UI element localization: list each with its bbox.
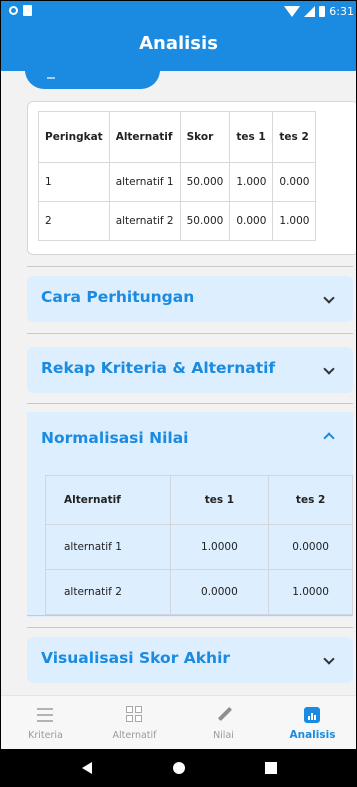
cell-tes-1: 1.0000 bbox=[169, 524, 270, 570]
home-icon[interactable] bbox=[173, 762, 185, 774]
header-skor: Skor bbox=[179, 111, 231, 163]
cell-rank: 2 bbox=[38, 201, 110, 241]
signal-icon bbox=[304, 5, 316, 17]
grid-icon bbox=[126, 706, 142, 722]
chevron-down-icon bbox=[323, 653, 335, 665]
divider bbox=[27, 403, 353, 404]
header-tes-1: tes 1 bbox=[169, 475, 270, 525]
chevron-down-icon bbox=[323, 292, 335, 304]
recent-apps-icon[interactable] bbox=[265, 762, 277, 774]
notification-dot-icon bbox=[9, 6, 18, 15]
cell-tes-1: 0.0000 bbox=[169, 569, 270, 615]
section-title: Cara Perhitungan bbox=[41, 288, 195, 306]
page-title: Analisis bbox=[139, 33, 218, 54]
status-right: 6:31 bbox=[284, 3, 354, 19]
cell-score: 50.000 bbox=[179, 162, 231, 202]
header-peringkat: Peringkat bbox=[38, 111, 110, 163]
sd-card-icon bbox=[23, 5, 32, 16]
nav-kriteria[interactable]: Kriteria bbox=[1, 696, 90, 750]
section-title: Normalisasi Nilai bbox=[41, 429, 189, 447]
table-row: alternatif 1 1.0000 0.0000 bbox=[45, 524, 353, 570]
nav-label: Analisis bbox=[289, 729, 336, 741]
battery-icon bbox=[319, 5, 326, 17]
divider bbox=[27, 627, 353, 628]
divider bbox=[27, 266, 353, 267]
bottom-navigation: Kriteria Alternatif Nilai Analisis bbox=[1, 695, 356, 750]
floating-action-pill[interactable] bbox=[25, 71, 160, 89]
status-time: 6:31 bbox=[329, 4, 354, 18]
cell-alternative: alternatif 2 bbox=[45, 569, 171, 615]
cell-tes-2: 0.0000 bbox=[268, 524, 353, 570]
nav-label: Alternatif bbox=[112, 730, 157, 741]
analysis-content[interactable]: Peringkat Alternatif Skor tes 1 tes 2 1 … bbox=[1, 71, 356, 695]
cell-tes-1: 1.000 bbox=[229, 162, 274, 202]
list-icon bbox=[37, 708, 53, 722]
phone-screen: 6:31 Analisis Peringkat Alternatif Skor … bbox=[0, 0, 357, 787]
normalization-table: Alternatif tes 1 tes 2 alternatif 1 1.00… bbox=[45, 475, 353, 615]
nav-label: Nilai bbox=[213, 730, 234, 741]
cell-tes-2: 0.000 bbox=[272, 162, 317, 202]
divider bbox=[27, 615, 353, 616]
cell-alternative: alternatif 2 bbox=[108, 201, 181, 241]
ranking-table: Peringkat Alternatif Skor tes 1 tes 2 1 … bbox=[38, 111, 317, 241]
table-row: alternatif 2 0.0000 1.0000 bbox=[45, 569, 353, 615]
nav-nilai[interactable]: Nilai bbox=[179, 696, 268, 750]
cell-tes-2: 1.0000 bbox=[268, 569, 353, 615]
back-icon[interactable] bbox=[82, 762, 92, 774]
section-title: Rekap Kriteria & Alternatif bbox=[41, 359, 276, 377]
app-bar: Analisis bbox=[1, 21, 356, 71]
nav-alternatif[interactable]: Alternatif bbox=[90, 696, 179, 750]
cell-alternative: alternatif 1 bbox=[45, 524, 171, 570]
wifi-icon bbox=[284, 5, 301, 17]
status-bar: 6:31 bbox=[1, 1, 356, 21]
cell-tes-2: 1.000 bbox=[272, 201, 317, 241]
chevron-up-icon bbox=[323, 432, 335, 444]
section-title: Visualisasi Skor Akhir bbox=[41, 649, 231, 667]
section-normalisasi-nilai: Normalisasi Nilai Alternatif tes 1 tes 2… bbox=[27, 412, 353, 617]
ranking-card: Peringkat Alternatif Skor tes 1 tes 2 1 … bbox=[27, 101, 356, 255]
section-cara-perhitungan[interactable]: Cara Perhitungan bbox=[27, 276, 353, 322]
table-row: 2 alternatif 2 50.000 0.000 1.000 bbox=[38, 201, 317, 241]
header-tes-2: tes 2 bbox=[272, 111, 317, 163]
section-visualisasi-skor-akhir[interactable]: Visualisasi Skor Akhir bbox=[27, 637, 353, 683]
divider bbox=[27, 333, 353, 334]
header-alternatif: Alternatif bbox=[45, 475, 171, 525]
cell-score: 50.000 bbox=[179, 201, 231, 241]
chevron-down-icon bbox=[323, 363, 335, 375]
nav-label: Kriteria bbox=[28, 730, 63, 741]
pill-dash-icon bbox=[47, 77, 55, 79]
header-tes-2: tes 2 bbox=[268, 475, 353, 525]
normalization-table-header: Alternatif tes 1 tes 2 bbox=[45, 475, 353, 525]
section-rekap-kriteria-alternatif[interactable]: Rekap Kriteria & Alternatif bbox=[27, 347, 353, 393]
cell-rank: 1 bbox=[38, 162, 110, 202]
cell-alternative: alternatif 1 bbox=[108, 162, 181, 202]
table-row: 1 alternatif 1 50.000 1.000 0.000 bbox=[38, 162, 317, 202]
system-navigation-bar bbox=[1, 749, 356, 786]
pencil-icon bbox=[217, 706, 233, 722]
ranking-table-header: Peringkat Alternatif Skor tes 1 tes 2 bbox=[38, 111, 317, 163]
header-tes-1: tes 1 bbox=[229, 111, 274, 163]
cell-tes-1: 0.000 bbox=[229, 201, 274, 241]
bar-chart-icon bbox=[304, 707, 320, 723]
normalisasi-header[interactable]: Normalisasi Nilai bbox=[27, 412, 353, 458]
header-alternatif: Alternatif bbox=[108, 111, 181, 163]
nav-analisis[interactable]: Analisis bbox=[268, 696, 356, 750]
